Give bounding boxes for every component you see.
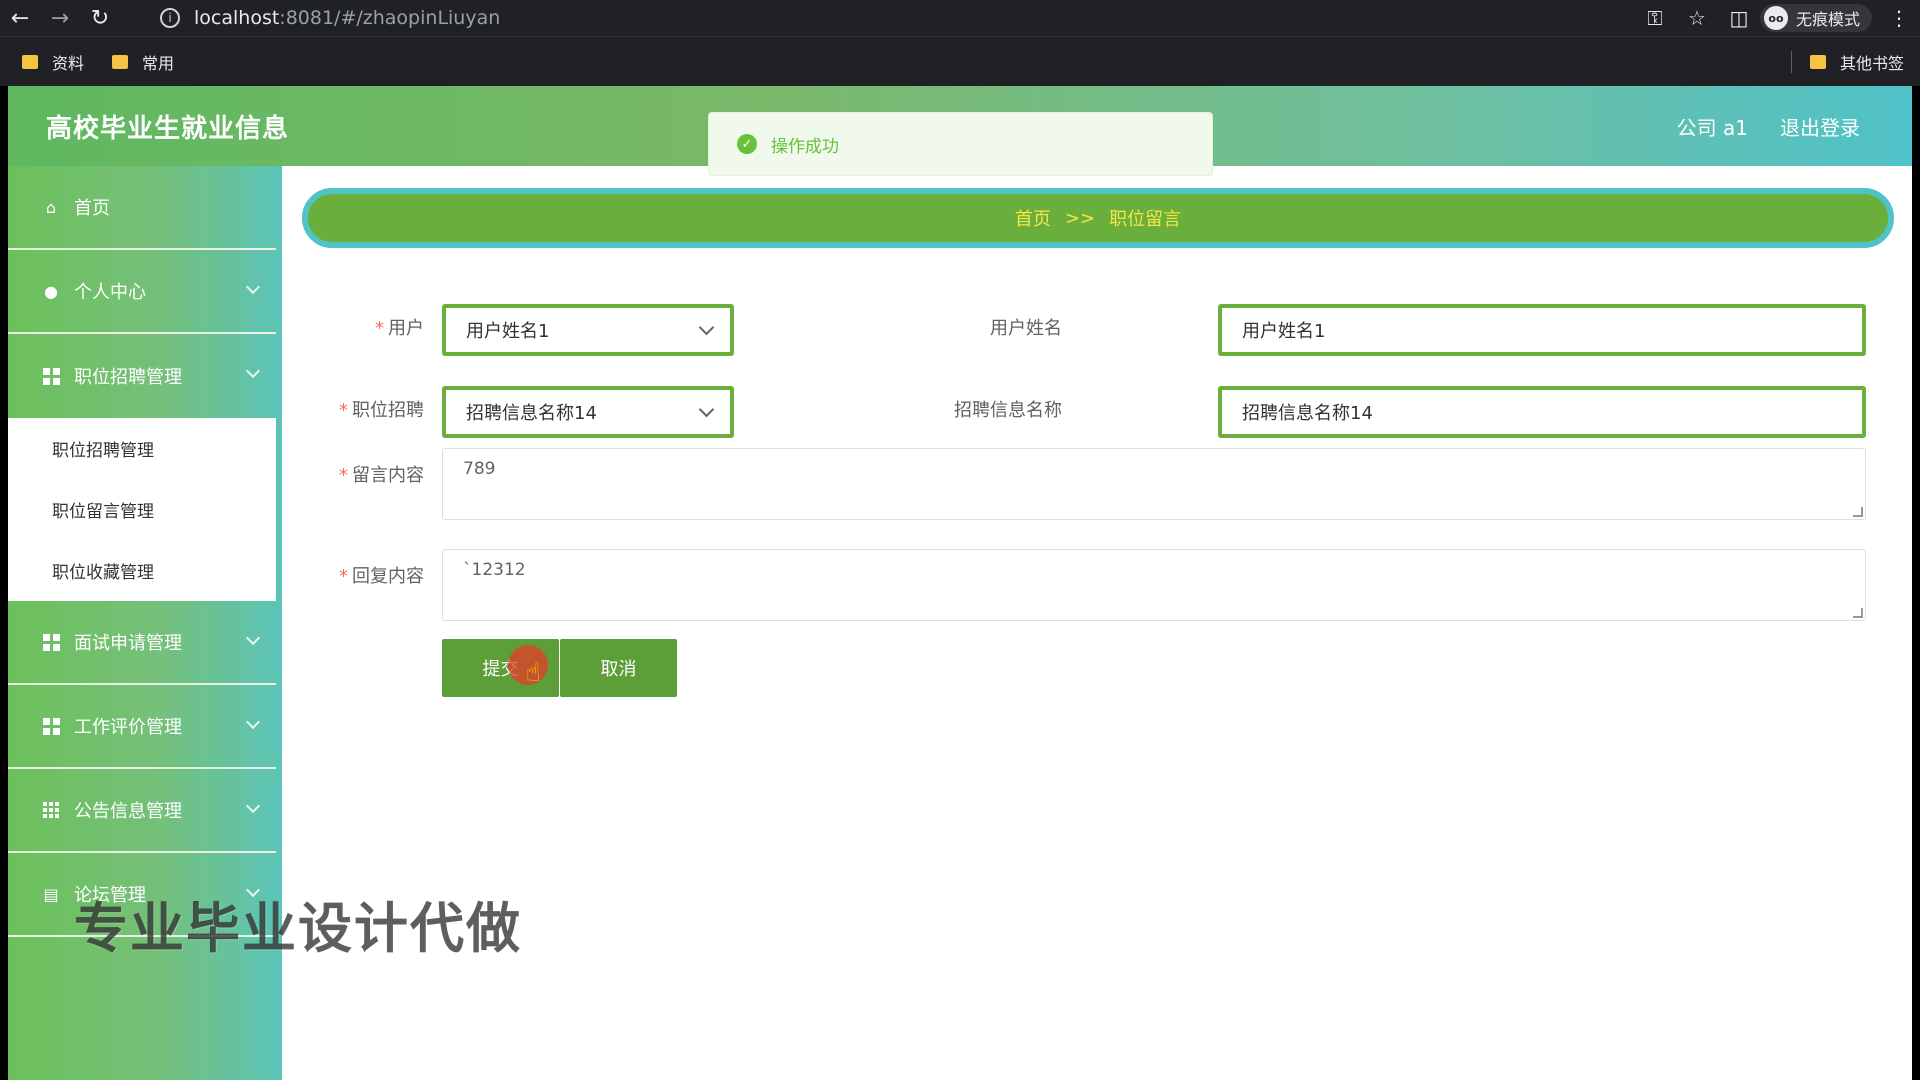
incognito-icon: oo (1763, 6, 1788, 30)
chevron-down-icon (245, 798, 261, 814)
submenu-item-job-favorite[interactable]: 职位收藏管理 (8, 540, 276, 601)
sidebar-item-label: 公告信息管理 (74, 801, 182, 822)
bookmark-folder-changyong[interactable]: 常用 (112, 50, 174, 74)
chevron-down-icon (245, 630, 261, 646)
chevron-down-icon (245, 279, 261, 295)
sidebar-item-label: 首页 (74, 198, 110, 219)
sidebar-item-label: 职位招聘管理 (74, 367, 182, 388)
bookmark-folder-ziliao[interactable]: 资料 (22, 50, 84, 74)
url-text[interactable]: localhost:8081/#/zhaopinLiuyan (194, 7, 500, 29)
breadcrumb-home[interactable]: 首页 (1015, 205, 1051, 231)
bookmark-label: 资料 (52, 53, 85, 73)
key-icon[interactable]: ⚿ (1634, 0, 1676, 36)
chevron-down-icon (698, 401, 715, 418)
resize-handle-icon[interactable] (1853, 608, 1863, 618)
hand-cursor-icon: ☝ (525, 658, 541, 688)
message-textarea-value: 789 (463, 459, 496, 479)
user-label: * 用户 (375, 318, 424, 339)
job-label: * 职位招聘 (339, 400, 424, 421)
grid-icon (42, 717, 60, 735)
sidebar-item-label: 面试申请管理 (74, 633, 182, 654)
apps-icon (42, 801, 60, 819)
watermark: 专业毕业设计代做 (74, 897, 522, 960)
clipboard-icon: ▤ (43, 884, 59, 904)
sidebar-item-job-mgmt[interactable]: 职位招聘管理 (8, 334, 276, 418)
jobname-label: 招聘信息名称 (954, 400, 1062, 421)
sidebar-item-home[interactable]: ⌂ 首页 (8, 166, 276, 250)
app-title: 高校毕业生就业信息 (46, 114, 290, 144)
home-icon: ⌂ (45, 197, 57, 217)
bookmark-separator (1790, 51, 1792, 73)
sidebar-item-notice[interactable]: 公告信息管理 (8, 769, 276, 853)
site-info-icon[interactable]: i (160, 8, 180, 28)
bookmarks-bar: 资料 常用 其他书签 (0, 36, 1920, 86)
breadcrumb: 首页 >> 职位留言 (302, 188, 1894, 248)
username-input-value: 用户姓名1 (1242, 321, 1326, 342)
username-label: 用户姓名 (990, 318, 1062, 339)
user-select-value: 用户姓名1 (466, 321, 550, 342)
browser-toolbar: ← → ↻ i localhost:8081/#/zhaopinLiuyan ⚿… (0, 0, 1920, 36)
jobname-input[interactable]: 招聘信息名称14 (1218, 386, 1866, 438)
job-select-value: 招聘信息名称14 (466, 403, 597, 424)
current-user: 公司 a1 (1676, 116, 1748, 140)
user-select[interactable]: 用户姓名1 (442, 304, 734, 356)
reload-icon[interactable]: ↻ (80, 0, 120, 36)
back-icon[interactable]: ← (0, 0, 40, 36)
toast-message: 操作成功 (771, 136, 839, 157)
jobname-input-value: 招聘信息名称14 (1242, 403, 1373, 424)
star-icon[interactable]: ☆ (1676, 0, 1718, 36)
logout-link[interactable]: 退出登录 (1780, 112, 1860, 141)
other-bookmarks-label: 其他书签 (1839, 54, 1904, 73)
grid-icon (42, 633, 60, 651)
submenu-item-job-message[interactable]: 职位留言管理 (8, 479, 276, 540)
breadcrumb-current: 职位留言 (1109, 209, 1182, 230)
sidebar-item-evaluation[interactable]: 工作评价管理 (8, 685, 276, 769)
sidebar-item-label: 工作评价管理 (74, 717, 182, 738)
chevron-down-icon (245, 714, 261, 730)
job-select[interactable]: 招聘信息名称14 (442, 386, 734, 438)
check-circle-icon: ✓ (737, 134, 757, 154)
reply-label: * 回复内容 (339, 566, 424, 587)
forward-icon[interactable]: → (40, 0, 80, 36)
other-bookmarks[interactable]: 其他书签 (1790, 37, 1904, 87)
more-menu-icon[interactable]: ⋮ (1878, 0, 1920, 36)
username-input[interactable]: 用户姓名1 (1218, 304, 1866, 356)
url-path: :8081/#/zhaopinLiuyan (279, 7, 501, 29)
grid-icon (42, 367, 60, 385)
folder-icon (1809, 55, 1826, 69)
folder-icon (22, 54, 38, 69)
user-icon: ● (44, 281, 58, 301)
success-toast: ✓ 操作成功 (708, 112, 1213, 176)
submenu-job-mgmt: 职位招聘管理 职位留言管理 职位收藏管理 (8, 418, 276, 601)
submenu-item-job-recruit[interactable]: 职位招聘管理 (8, 418, 276, 479)
chevron-down-icon (698, 319, 715, 336)
incognito-label: 无痕模式 (1795, 10, 1860, 29)
reply-textarea[interactable]: `12312 (442, 549, 1866, 621)
resize-handle-icon[interactable] (1853, 507, 1863, 517)
incognito-badge[interactable]: oo 无痕模式 (1759, 4, 1872, 32)
folder-icon (112, 54, 129, 69)
side-panel-icon[interactable]: ◫ (1718, 0, 1760, 36)
bookmark-label: 常用 (142, 53, 175, 73)
sidebar-item-interview[interactable]: 面试申请管理 (8, 601, 276, 685)
reply-textarea-value: `12312 (463, 560, 526, 580)
address-bar[interactable]: i localhost:8081/#/zhaopinLiuyan (150, 4, 1610, 32)
sidebar-item-personal[interactable]: ● 个人中心 (8, 250, 276, 334)
cancel-button[interactable]: 取消 (560, 639, 677, 697)
url-host: localhost (194, 7, 280, 29)
chevron-down-icon (245, 363, 261, 379)
sidebar-item-label: 个人中心 (74, 282, 146, 303)
message-textarea[interactable]: 789 (442, 448, 1866, 520)
main-content: 首页 >> 职位留言 * 用户 用户姓名1 用户姓名 用户姓名1 * 职位招聘 招聘… (282, 166, 1912, 1080)
breadcrumb-separator: >> (1064, 207, 1096, 229)
message-label: * 留言内容 (339, 465, 424, 486)
